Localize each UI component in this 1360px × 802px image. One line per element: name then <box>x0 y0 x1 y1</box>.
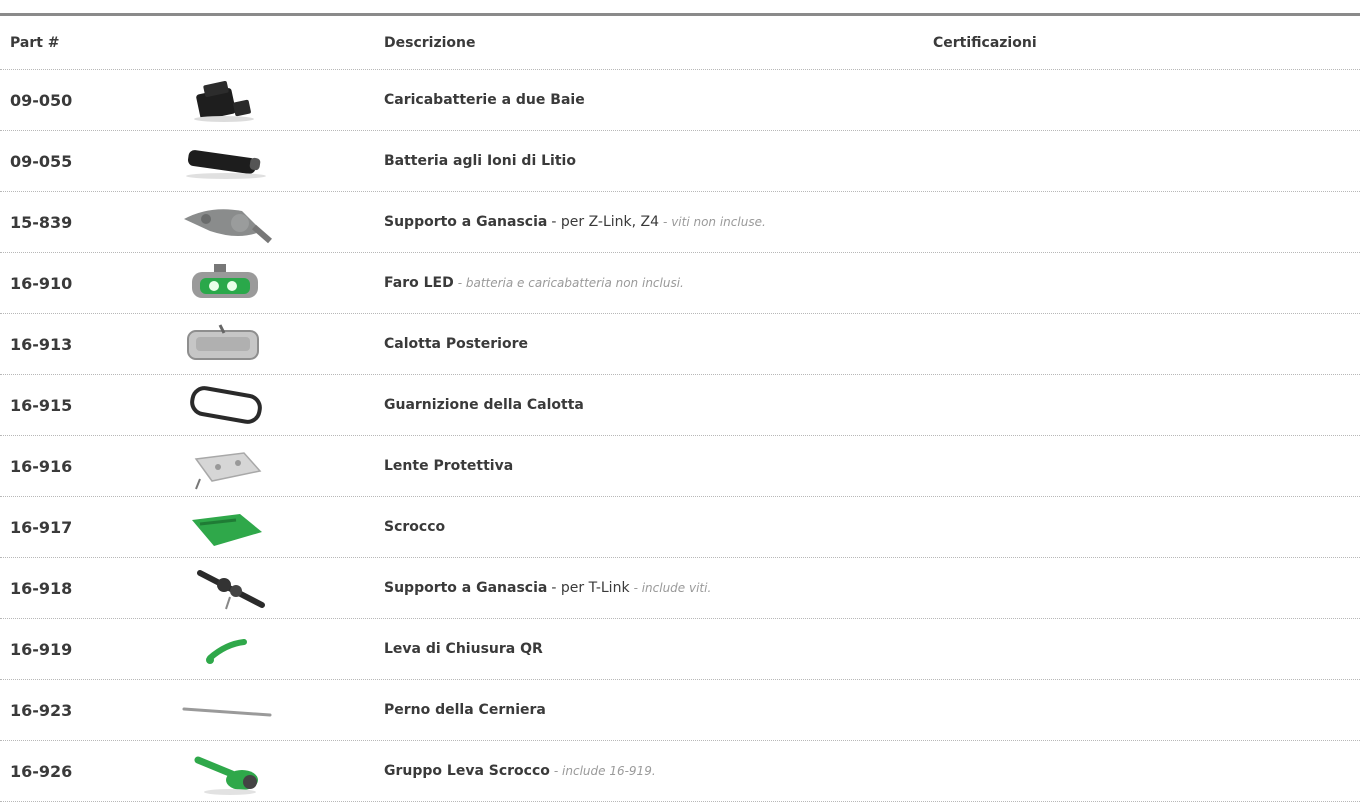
header-certifications: Certificazioni <box>933 34 1037 51</box>
table-row: 16-910 Faro LED - batteria e caricabatter… <box>0 253 1360 314</box>
part-detail: - per T-Link <box>551 580 630 596</box>
rear-housing-icon <box>187 324 259 360</box>
part-image <box>160 192 290 252</box>
part-number: 16-917 <box>10 517 73 537</box>
header-part-number: Part # <box>10 34 60 51</box>
part-image <box>160 741 290 801</box>
part-detail: - per Z-Link, Z4 <box>551 214 660 230</box>
dual-bay-charger-icon <box>194 81 254 122</box>
part-title: Lente Protettiva <box>384 458 514 474</box>
table-row: 16-913 Calotta Posteriore <box>0 314 1360 375</box>
part-description: Gruppo Leva Scrocco - include 16-919. <box>384 741 924 801</box>
part-number: 15-839 <box>10 212 73 232</box>
part-number: 16-910 <box>10 273 73 293</box>
part-certifications <box>933 192 1353 252</box>
clamp-mount-icon <box>184 209 272 244</box>
part-title: Supporto a Ganascia <box>384 214 548 230</box>
part-image <box>160 497 290 557</box>
table-header: Part # Descrizione Certificazioni <box>0 16 1360 70</box>
part-description: Supporto a Ganascia - per Z-Link, Z4- vit… <box>384 192 924 252</box>
part-certifications <box>933 131 1353 191</box>
part-number: 09-050 <box>10 90 73 110</box>
part-description: Caricabatterie a due Baie <box>384 70 924 130</box>
part-description: Guarnizione della Calotta <box>384 375 924 435</box>
part-image <box>160 680 290 740</box>
part-image <box>160 619 290 679</box>
table-row: 16-923 Perno della Cerniera <box>0 680 1360 741</box>
part-title: Caricabatterie a due Baie <box>384 92 585 108</box>
table-row: 16-919 Leva di Chiusura QR <box>0 619 1360 680</box>
part-certifications <box>933 680 1353 740</box>
protective-lens-icon <box>194 452 262 490</box>
table-body: 09-050 Caricabatterie a due Baie 09-055 B… <box>0 70 1360 802</box>
part-title: Leva di Chiusura QR <box>384 641 543 657</box>
table-row: 09-055 Batteria agli Ioni di Litio <box>0 131 1360 192</box>
table-row: 16-915 Guarnizione della Calotta <box>0 375 1360 436</box>
hinge-pin-icon <box>182 707 272 717</box>
table-row: 16-917 Scrocco <box>0 497 1360 558</box>
latch-icon <box>192 514 262 546</box>
part-note: - include 16-919. <box>553 764 656 778</box>
part-description: Scrocco <box>384 497 924 557</box>
part-note: - viti non incluse. <box>663 215 766 229</box>
part-note: - include viti. <box>633 581 712 595</box>
part-certifications <box>933 253 1353 313</box>
lithium-battery-icon <box>186 150 266 179</box>
part-description: Faro LED - batteria e caricabatteria non … <box>384 253 924 313</box>
part-title: Supporto a Ganascia <box>384 580 548 596</box>
part-title: Calotta Posteriore <box>384 336 528 352</box>
part-image <box>160 375 290 435</box>
part-number: 16-913 <box>10 334 73 354</box>
qr-lever-icon <box>206 639 247 664</box>
header-description: Descrizione <box>384 34 476 51</box>
housing-gasket-icon <box>190 386 262 424</box>
part-certifications <box>933 741 1353 801</box>
part-number: 16-923 <box>10 700 73 720</box>
part-description: Batteria agli Ioni di Litio <box>384 131 924 191</box>
part-title: Scrocco <box>384 519 446 535</box>
part-certifications <box>933 558 1353 618</box>
part-number: 09-055 <box>10 151 73 171</box>
part-number: 16-915 <box>10 395 73 415</box>
part-description: Supporto a Ganascia - per T-Link - include… <box>384 558 924 618</box>
part-image <box>160 131 290 191</box>
part-number: 16-916 <box>10 456 73 476</box>
part-certifications <box>933 375 1353 435</box>
part-certifications <box>933 436 1353 496</box>
part-description: Perno della Cerniera <box>384 680 924 740</box>
part-title: Guarnizione della Calotta <box>384 397 584 413</box>
part-certifications <box>933 619 1353 679</box>
part-title: Faro LED <box>384 275 454 291</box>
table-row: 15-839 Supporto a Ganascia - per Z-Link, … <box>0 192 1360 253</box>
parts-table: Part # Descrizione Certificazioni 09-050… <box>0 16 1360 802</box>
part-number: 16-919 <box>10 639 73 659</box>
table-row: 16-918 Supporto a Ganascia - per T-Link - … <box>0 558 1360 619</box>
part-image <box>160 436 290 496</box>
part-image <box>160 558 290 618</box>
part-number: 16-926 <box>10 761 73 781</box>
part-note: - batteria e caricabatteria non inclusi. <box>457 276 684 290</box>
table-row: 16-916 Lente Protettiva <box>0 436 1360 497</box>
part-title: Gruppo Leva Scrocco <box>384 763 550 779</box>
latch-lever-assembly-icon <box>194 756 258 795</box>
table-row: 09-050 Caricabatterie a due Baie <box>0 70 1360 131</box>
led-headlight-icon <box>192 264 258 298</box>
part-number: 16-918 <box>10 578 73 598</box>
part-certifications <box>933 497 1353 557</box>
part-description: Leva di Chiusura QR <box>384 619 924 679</box>
part-title: Batteria agli Ioni di Litio <box>384 153 576 169</box>
part-description: Calotta Posteriore <box>384 314 924 374</box>
part-certifications <box>933 314 1353 374</box>
part-image <box>160 70 290 130</box>
part-image <box>160 314 290 374</box>
part-image <box>160 253 290 313</box>
part-title: Perno della Cerniera <box>384 702 546 718</box>
part-certifications <box>933 70 1353 130</box>
t-link-mount-icon <box>197 570 265 610</box>
part-description: Lente Protettiva <box>384 436 924 496</box>
